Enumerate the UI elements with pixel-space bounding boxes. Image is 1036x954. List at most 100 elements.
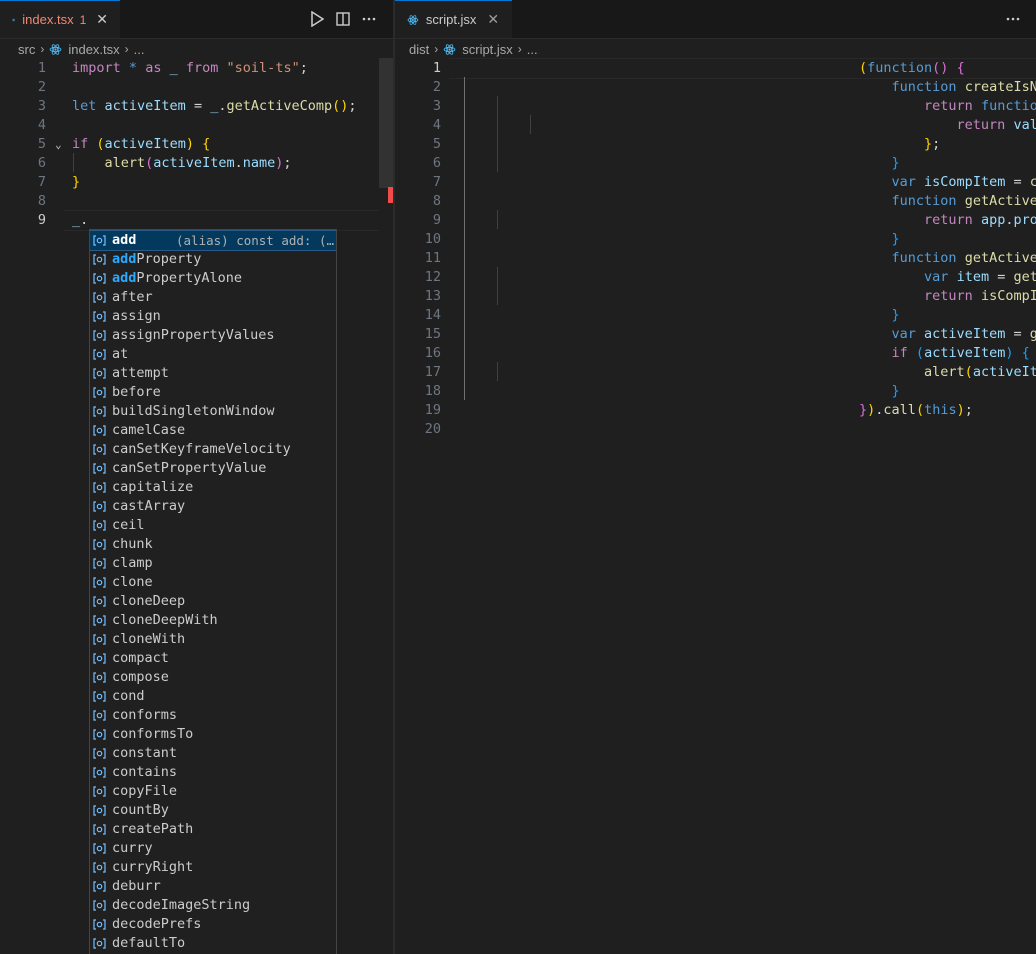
suggestion-item[interactable]: decodeImageString (90, 896, 336, 915)
autocomplete-suggest-widget[interactable]: add (alias) const add: (… addProperty addPr… (89, 229, 337, 954)
suggestion-rest: castArray (112, 498, 186, 514)
suggestion-item[interactable]: camelCase (90, 421, 336, 440)
suggestion-item[interactable]: curry (90, 839, 336, 858)
suggestion-item[interactable]: decodePrefs (90, 915, 336, 934)
play-icon[interactable] (304, 6, 330, 32)
tab-script-jsx[interactable]: script.jsx ✕ (395, 0, 512, 38)
suggestion-item[interactable]: contains (90, 763, 336, 782)
breadcrumb-folder[interactable]: dist (409, 42, 429, 57)
suggestion-item[interactable]: at (90, 345, 336, 364)
suggestion-rest: cloneWith (112, 631, 186, 647)
line-number: 3 (432, 98, 441, 114)
suggestion-item[interactable]: clamp (90, 554, 336, 573)
code-token: { (1021, 345, 1030, 361)
suggestion-item[interactable]: canSetKeyframeVelocity (90, 440, 336, 459)
variable-icon (93, 862, 106, 873)
suggestion-item[interactable]: copyFile (90, 782, 336, 801)
code-line: if (activeItem) { (72, 135, 210, 154)
suggestion-item[interactable]: buildSingletonWindow (90, 402, 336, 421)
indent-guide (497, 210, 498, 229)
suggestion-item[interactable]: ceil (90, 516, 336, 535)
more-actions-icon[interactable] (1000, 6, 1026, 32)
suggestion-item[interactable]: clone (90, 573, 336, 592)
suggestion-item[interactable]: cloneDeepWith (90, 611, 336, 630)
fold-chevron-down-icon[interactable]: ⌄ (55, 135, 62, 154)
breadcrumb-symbol[interactable]: ... (134, 42, 145, 57)
suggestion-label: capitalize (112, 478, 193, 497)
suggestion-item[interactable]: after (90, 288, 336, 307)
split-editor-icon[interactable] (330, 6, 356, 32)
code-token: if (72, 136, 89, 152)
suggestion-item[interactable]: assignPropertyValues (90, 326, 336, 345)
suggestion-item[interactable]: add (alias) const add: (… (90, 230, 336, 251)
suggestion-item[interactable]: before (90, 383, 336, 402)
suggestion-label: at (112, 345, 128, 364)
suggestion-item[interactable]: constant (90, 744, 336, 763)
line-number: 2 (432, 79, 441, 95)
indent-guide (497, 96, 498, 172)
suggestion-item[interactable]: createPath (90, 820, 336, 839)
suggestion-item[interactable]: capitalize (90, 478, 336, 497)
code-token: () (332, 98, 349, 114)
suggestion-item[interactable]: conforms (90, 706, 336, 725)
suggestion-label: cloneWith (112, 630, 185, 649)
more-actions-icon[interactable] (356, 6, 382, 32)
code-token: _ (169, 60, 178, 76)
suggestion-item[interactable]: addPropertyAlone (90, 269, 336, 288)
suggestion-rest: conformsTo (112, 726, 194, 742)
code-token: } (924, 136, 933, 152)
code-line: function createIsNativeType(nativeObject… (859, 78, 1036, 97)
code-token: from (185, 60, 219, 76)
line-number: 8 (37, 193, 46, 209)
right-code-editor[interactable]: 1(function() {2 function createIsNativeT… (395, 58, 1036, 954)
suggestion-rest: attempt (112, 365, 169, 381)
breadcrumb-folder[interactable]: src (18, 42, 35, 57)
variable-icon (93, 729, 106, 740)
code-token: getActiveItem (964, 193, 1036, 209)
code-token: return (924, 212, 973, 228)
code-token: = (989, 269, 1014, 285)
close-icon[interactable]: ✕ (96, 11, 108, 28)
breadcrumb-file[interactable]: index.tsx (68, 42, 119, 57)
suggestion-item[interactable]: conformsTo (90, 725, 336, 744)
react-icon (12, 18, 16, 21)
suggestion-label: decodePrefs (112, 915, 201, 934)
suggestion-item[interactable]: chunk (90, 535, 336, 554)
suggestion-label: defaultTo (112, 934, 185, 953)
suggestion-item[interactable]: cloneWith (90, 630, 336, 649)
breadcrumb-file[interactable]: script.jsx (462, 42, 513, 57)
code-line: var isCompItem = createIsNativeType(Comp… (859, 173, 1036, 192)
code-line: if (activeItem) { (859, 344, 1030, 363)
suggestion-item[interactable]: deburr (90, 877, 336, 896)
suggestion-item[interactable]: cond (90, 687, 336, 706)
suggestion-item[interactable]: compose (90, 668, 336, 687)
suggestion-item[interactable]: countBy (90, 801, 336, 820)
scrollbar-thumb[interactable] (379, 58, 393, 188)
suggestion-item[interactable]: assign (90, 307, 336, 326)
suggestion-item[interactable]: canSetPropertyValue (90, 459, 336, 478)
suggestion-label: clone (112, 573, 153, 592)
line-number: 15 (424, 326, 441, 342)
suggestion-rest: clone (112, 574, 153, 590)
suggestion-item[interactable]: curryRight (90, 858, 336, 877)
suggestion-item[interactable]: castArray (90, 497, 336, 516)
variable-icon (93, 748, 106, 759)
suggestion-item[interactable]: compact (90, 649, 336, 668)
close-icon[interactable]: ✕ (486, 11, 500, 28)
code-line: import * as _ from "soil-ts"; (72, 59, 308, 78)
suggestion-item[interactable]: attempt (90, 364, 336, 383)
code-token: activeItem (104, 136, 186, 152)
suggestion-item[interactable]: cloneDeep (90, 592, 336, 611)
suggestion-item[interactable]: addProperty (90, 250, 336, 269)
tab-index-tsx[interactable]: index.tsx 1 ✕ (0, 0, 120, 38)
breadcrumb-symbol[interactable]: ... (527, 42, 538, 57)
suggestion-item[interactable]: defaultTo (90, 934, 336, 953)
